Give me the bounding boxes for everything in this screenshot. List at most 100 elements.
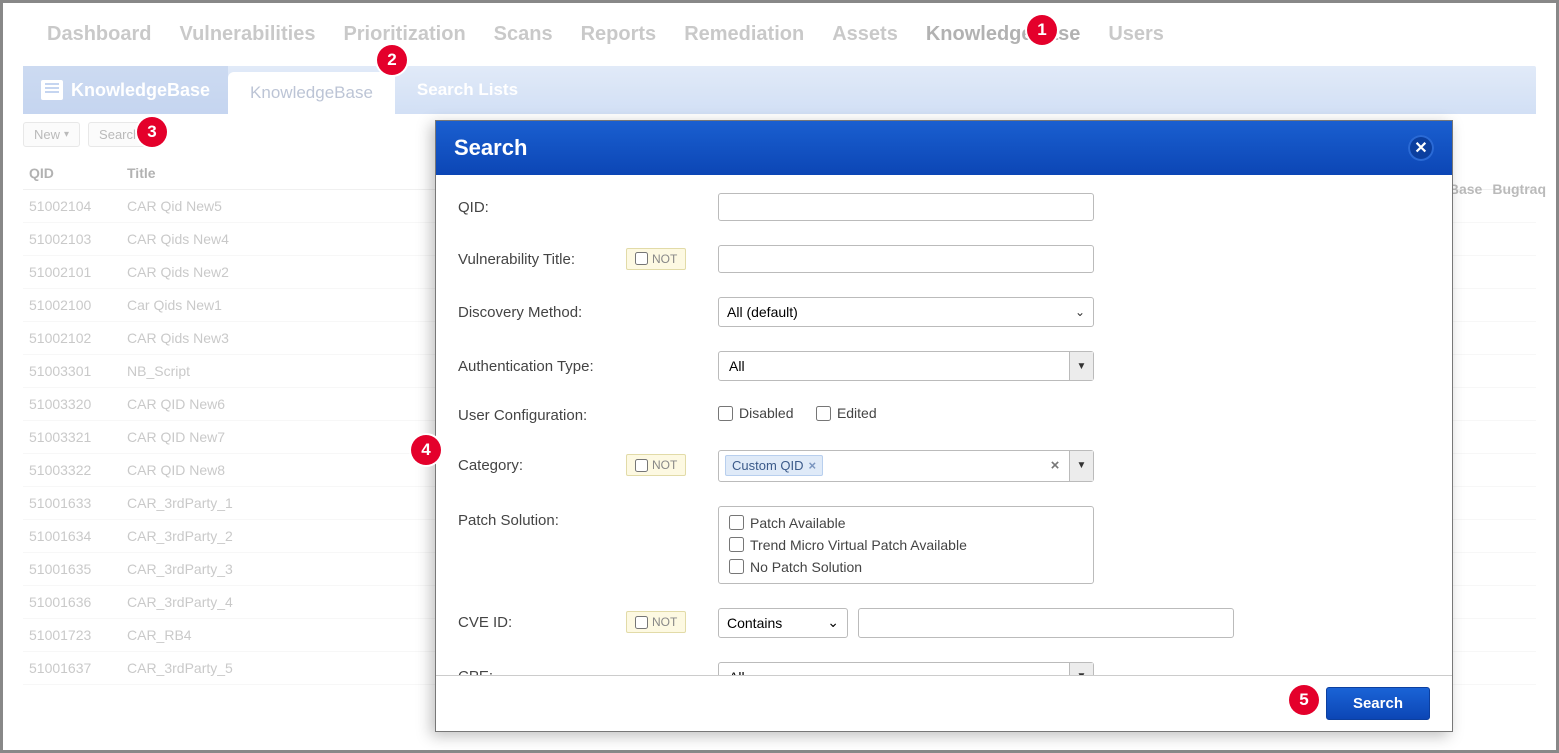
- cell-title: CAR Qids New3: [127, 330, 229, 346]
- module-label: KnowledgeBase: [71, 80, 210, 101]
- cell-qid: 51002101: [29, 264, 107, 280]
- cve-label: CVE ID:: [458, 614, 626, 631]
- cell-qid: 51003301: [29, 363, 107, 379]
- search-submit-button[interactable]: Search: [1326, 687, 1430, 720]
- new-button[interactable]: New ▾: [23, 122, 80, 147]
- module-title: KnowledgeBase: [23, 66, 228, 114]
- cell-title: CAR_3rdParty_4: [127, 594, 233, 610]
- annotation-4: 4: [411, 435, 441, 465]
- cell-qid: 51001634: [29, 528, 107, 544]
- col-qid: QID: [29, 165, 107, 181]
- top-nav: Dashboard Vulnerabilities Prioritization Sc…: [3, 3, 1556, 66]
- tab-search-lists[interactable]: Search Lists: [395, 66, 540, 114]
- cell-qid: 51001723: [29, 627, 107, 643]
- patch-option[interactable]: Patch Available: [729, 515, 1083, 531]
- cpe-label: CPE:: [458, 668, 626, 675]
- nav-dashboard[interactable]: Dashboard: [47, 23, 151, 46]
- chevron-down-icon: ⌄: [827, 614, 839, 631]
- sub-header: KnowledgeBase KnowledgeBaseSearch Lists: [23, 66, 1536, 114]
- disabled-checkbox[interactable]: Disabled: [718, 405, 793, 421]
- cve-mode-select[interactable]: Contains ⌄: [718, 608, 848, 638]
- cell-title: CAR QID New8: [127, 462, 225, 478]
- cell-title: CAR_3rdParty_3: [127, 561, 233, 577]
- book-icon: [41, 80, 63, 100]
- cell-qid: 51003320: [29, 396, 107, 412]
- nav-remediation[interactable]: Remediation: [684, 23, 804, 46]
- nav-knowledgebase[interactable]: KnowledgeBase: [926, 23, 1080, 46]
- cell-qid: 51003321: [29, 429, 107, 445]
- nav-reports[interactable]: Reports: [581, 23, 657, 46]
- cell-title: CAR_3rdParty_1: [127, 495, 233, 511]
- not-toggle-category[interactable]: NOT: [626, 454, 686, 476]
- cell-title: CAR_3rdParty_5: [127, 660, 233, 676]
- category-select[interactable]: Custom QID × × ▼: [718, 450, 1094, 482]
- chevron-down-icon: ▼: [1069, 663, 1093, 676]
- cell-qid: 51002103: [29, 231, 107, 247]
- search-label: Search: [99, 127, 140, 142]
- cell-qid: 51001635: [29, 561, 107, 577]
- nav-vulnerabilities[interactable]: Vulnerabilities: [179, 23, 315, 46]
- category-chip[interactable]: Custom QID ×: [725, 455, 823, 476]
- auth-value: All: [719, 358, 1069, 374]
- usercfg-label: User Configuration:: [458, 407, 626, 424]
- cell-qid: 51002104: [29, 198, 107, 214]
- discovery-value: All (default): [727, 304, 798, 320]
- col-base: Base: [1449, 181, 1482, 197]
- new-label: New: [34, 127, 60, 142]
- qid-input[interactable]: [718, 193, 1094, 221]
- cell-qid: 51002100: [29, 297, 107, 313]
- cell-title: CAR QID New6: [127, 396, 225, 412]
- annotation-3: 3: [137, 117, 167, 147]
- vuln-title-input[interactable]: [718, 245, 1094, 273]
- table-header-right: Base Bugtraq: [1449, 181, 1546, 197]
- clear-icon[interactable]: ×: [1041, 457, 1069, 474]
- nav-scans[interactable]: Scans: [494, 23, 553, 46]
- modal-header: Search ✕: [436, 121, 1452, 175]
- modal-title: Search: [454, 135, 527, 161]
- category-label: Category:: [458, 457, 626, 474]
- chevron-down-icon: ▼: [1069, 451, 1093, 481]
- modal-body: QID: Vulnerability Title: NOT Discovery …: [436, 175, 1452, 675]
- col-bugtraq: Bugtraq: [1492, 181, 1546, 197]
- chevron-down-icon: ▼: [1069, 352, 1093, 380]
- cell-qid: 51001633: [29, 495, 107, 511]
- annotation-2: 2: [377, 45, 407, 75]
- cell-title: CAR Qid New5: [127, 198, 222, 214]
- cpe-select[interactable]: All ▼: [718, 662, 1094, 676]
- not-toggle-cve[interactable]: NOT: [626, 611, 686, 633]
- cell-qid: 51003322: [29, 462, 107, 478]
- cell-title: CAR_RB4: [127, 627, 192, 643]
- cell-title: CAR Qids New4: [127, 231, 229, 247]
- cell-title: Car Qids New1: [127, 297, 222, 313]
- nav-prioritization[interactable]: Prioritization: [343, 23, 465, 46]
- patch-box: Patch Available Trend Micro Virtual Patch…: [718, 506, 1094, 584]
- chevron-down-icon: ⌄: [1075, 305, 1085, 319]
- discovery-select[interactable]: All (default) ⌄: [718, 297, 1094, 327]
- cell-title: CAR QID New7: [127, 429, 225, 445]
- close-icon[interactable]: ✕: [1408, 135, 1434, 161]
- tab-knowledgebase[interactable]: KnowledgeBase: [228, 72, 395, 114]
- patch-label: Patch Solution:: [458, 506, 626, 529]
- cell-qid: 51002102: [29, 330, 107, 346]
- nav-users[interactable]: Users: [1108, 23, 1164, 46]
- cell-qid: 51001636: [29, 594, 107, 610]
- col-title: Title: [127, 165, 427, 181]
- not-toggle-title[interactable]: NOT: [626, 248, 686, 270]
- annotation-5: 5: [1289, 685, 1319, 715]
- cell-title: CAR_3rdParty_2: [127, 528, 233, 544]
- cell-qid: 51001637: [29, 660, 107, 676]
- auth-select[interactable]: All ▼: [718, 351, 1094, 381]
- cell-title: CAR Qids New2: [127, 264, 229, 280]
- qid-label: QID:: [458, 199, 626, 216]
- nav-assets[interactable]: Assets: [832, 23, 898, 46]
- cve-input[interactable]: [858, 608, 1234, 638]
- cell-title: NB_Script: [127, 363, 190, 379]
- patch-option[interactable]: No Patch Solution: [729, 559, 1083, 575]
- annotation-1: 1: [1027, 15, 1057, 45]
- remove-chip-icon[interactable]: ×: [809, 458, 817, 473]
- auth-label: Authentication Type:: [458, 358, 626, 375]
- edited-checkbox[interactable]: Edited: [816, 405, 877, 421]
- vuln-title-label: Vulnerability Title:: [458, 251, 626, 268]
- patch-option[interactable]: Trend Micro Virtual Patch Available: [729, 537, 1083, 553]
- discovery-label: Discovery Method:: [458, 304, 626, 321]
